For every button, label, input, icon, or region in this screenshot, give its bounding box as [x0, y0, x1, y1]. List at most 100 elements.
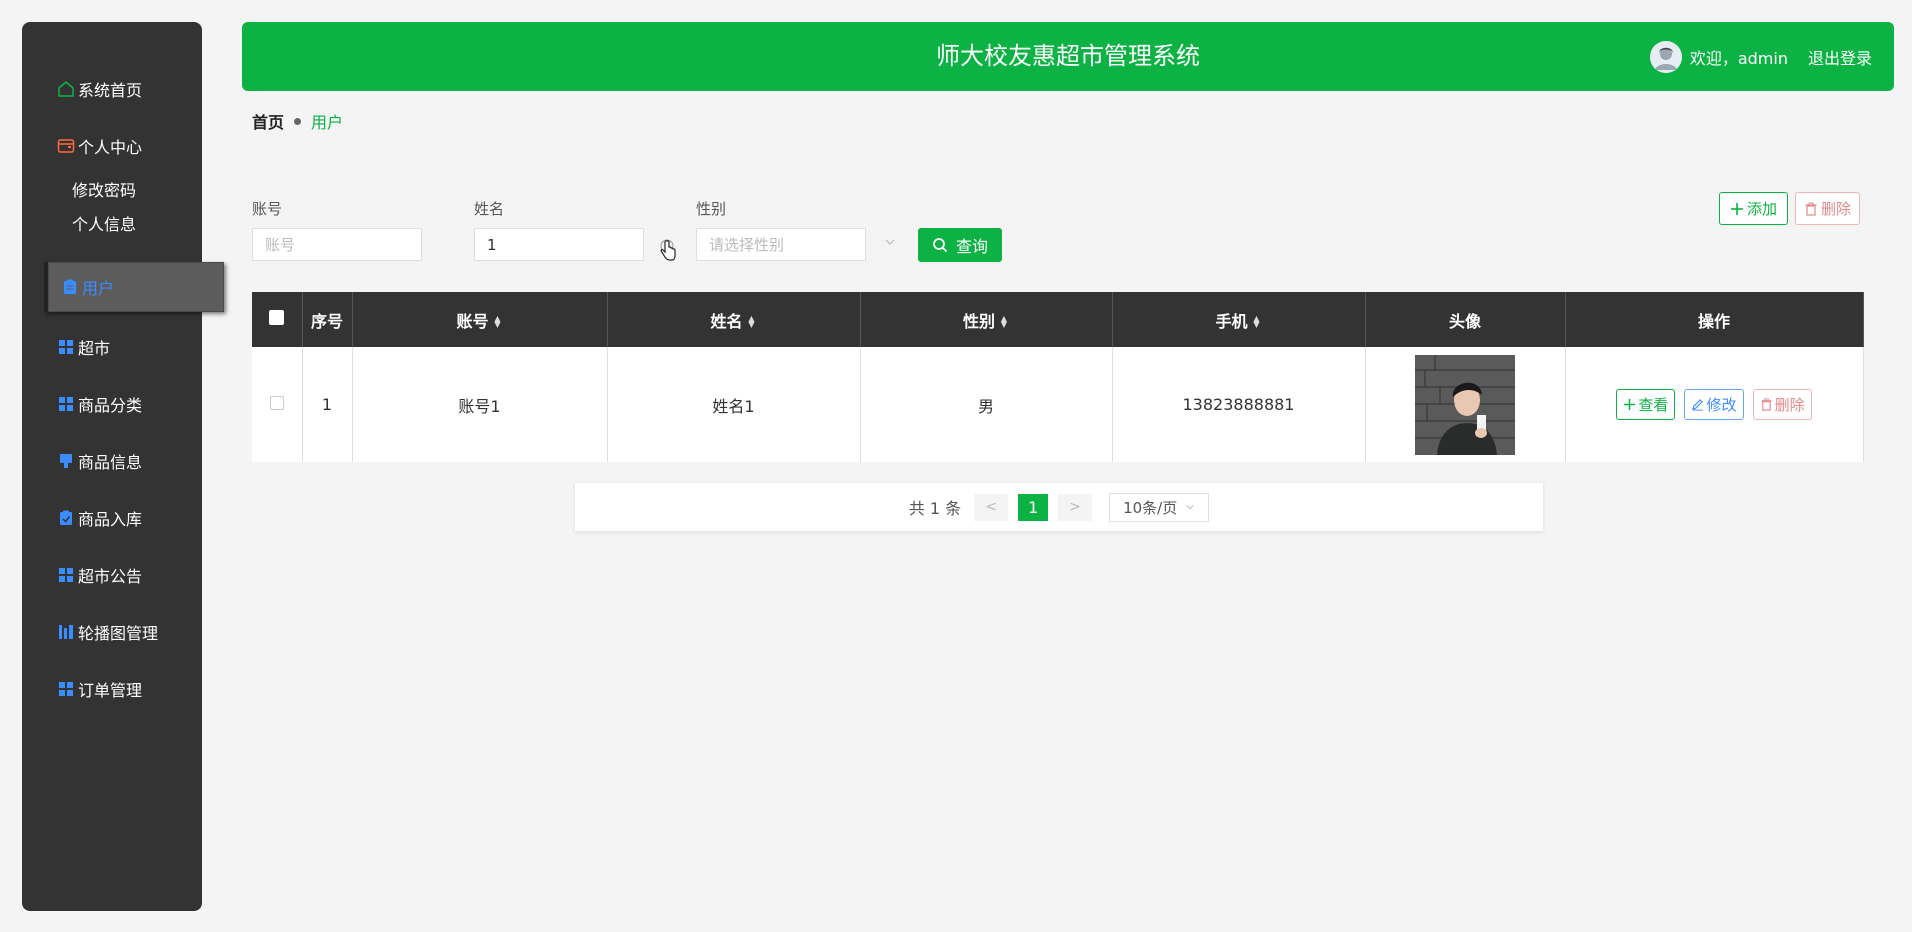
sidebar-item-supermarket[interactable]: 超市: [22, 318, 202, 375]
edit-button-label: 修改: [1706, 396, 1737, 414]
sidebar-item-label: 订单管理: [78, 680, 143, 700]
sidebar-item-label: 个人中心: [78, 137, 143, 157]
cell-name: 姓名1: [607, 347, 861, 462]
view-button[interactable]: 查看: [1616, 389, 1676, 420]
sidebar-item-carousel[interactable]: 轮播图管理: [22, 603, 202, 660]
welcome-text: 欢迎，admin: [1689, 48, 1788, 68]
plus-icon: [1730, 202, 1743, 215]
wallet-icon: [56, 136, 76, 156]
plus-icon: [1624, 398, 1636, 411]
home-icon: [56, 79, 76, 99]
personal-submenu: 修改密码 个人信息: [22, 174, 202, 252]
row-checkbox[interactable]: [269, 396, 284, 410]
column-header-account[interactable]: 账号 ▲ ▼: [352, 292, 608, 347]
grid-icon: [56, 565, 76, 585]
column-header-actions: 操作: [1565, 292, 1864, 347]
sidebar-item-label: 轮播图管理: [78, 623, 159, 643]
delete-button-label: 删除: [1774, 396, 1805, 414]
breadcrumb-current: 用户: [311, 113, 344, 132]
column-header-avatar: 头像: [1365, 292, 1566, 347]
account-input[interactable]: [252, 228, 422, 261]
sidebar-item-label: 商品信息: [78, 452, 143, 472]
hand-cursor-icon: [660, 239, 676, 261]
chevron-down-icon[interactable]: [884, 236, 896, 251]
cell-account: 账号1: [352, 347, 608, 462]
cell-avatar: [1365, 347, 1566, 462]
trash-icon: [1805, 202, 1817, 216]
name-label: 姓名: [474, 200, 505, 218]
sidebar-item-users[interactable]: 用户: [44, 262, 224, 312]
query-button[interactable]: 查询: [918, 228, 1002, 262]
name-input[interactable]: [474, 228, 644, 261]
sidebar-item-label: 超市公告: [78, 566, 143, 586]
next-page-button[interactable]: >: [1058, 493, 1093, 521]
table-row: 1 账号1 姓名1 男 13823888881 查看 修改 删除: [252, 347, 1864, 462]
sidebar-item-category[interactable]: 商品分类: [22, 375, 202, 432]
chevron-down-icon: [1186, 504, 1194, 510]
page-size-label: 10条/页: [1123, 498, 1178, 517]
sort-icon[interactable]: ▲ ▼: [493, 315, 503, 329]
gender-label: 性别: [696, 200, 727, 218]
batch-delete-button-label: 删除: [1820, 201, 1851, 218]
sidebar-item-product-info[interactable]: 商品信息: [22, 432, 202, 489]
column-header-label: 手机: [1215, 311, 1248, 331]
add-button[interactable]: 添加: [1719, 192, 1788, 225]
search-icon: [933, 238, 948, 253]
edit-icon: [1692, 399, 1704, 411]
row-select-cell[interactable]: [252, 347, 303, 462]
chart-icon: [56, 622, 76, 642]
pagination-total: 共 1 条: [908, 499, 962, 518]
sidebar-item-personal-center[interactable]: 个人中心: [22, 117, 202, 174]
batch-delete-button[interactable]: 删除: [1795, 192, 1860, 225]
grid-icon: [56, 337, 76, 357]
sidebar-item-home[interactable]: 系统首页: [22, 60, 202, 117]
trash-icon: [1760, 398, 1772, 411]
sidebar-item-label: 商品入库: [78, 509, 143, 529]
check-clipboard-icon: [56, 508, 76, 528]
sort-icon[interactable]: ▲ ▼: [1252, 315, 1262, 329]
current-page-button[interactable]: 1: [1018, 493, 1049, 521]
submenu-personal-info[interactable]: 个人信息: [72, 208, 202, 242]
user-avatar[interactable]: [1649, 40, 1682, 73]
cell-index: 1: [302, 347, 353, 462]
grid-icon: [56, 394, 76, 414]
cell-phone: 13823888881: [1112, 347, 1366, 462]
column-header-name[interactable]: 姓名 ▲ ▼: [607, 292, 861, 347]
sidebar-item-orders[interactable]: 订单管理: [22, 660, 202, 717]
pagination: 共 1 条 < 1 > 10条/页: [575, 483, 1543, 531]
gender-select[interactable]: [696, 228, 866, 261]
column-header-phone[interactable]: 手机 ▲ ▼: [1112, 292, 1366, 347]
sidebar-item-label: 用户: [82, 279, 115, 298]
sort-icon[interactable]: ▲ ▼: [747, 315, 757, 329]
sort-icon[interactable]: ▲ ▼: [999, 315, 1009, 329]
page-size-select[interactable]: 10条/页: [1109, 492, 1210, 522]
cell-gender: 男: [860, 347, 1113, 462]
stamp-icon: [56, 451, 76, 471]
submenu-change-password[interactable]: 修改密码: [72, 174, 202, 208]
breadcrumb: 首页 用户: [252, 110, 343, 132]
column-header-gender[interactable]: 性别 ▲ ▼: [860, 292, 1113, 347]
edit-button[interactable]: 修改: [1684, 389, 1744, 420]
table-header-row: 序号 账号 ▲ ▼ 姓名 ▲ ▼ 性别 ▲ ▼ 手机 ▲ ▼ 头像 操作: [252, 292, 1864, 347]
select-all-checkbox[interactable]: [269, 310, 285, 325]
sidebar-item-label: 系统首页: [78, 80, 143, 100]
column-header-label: 姓名: [710, 311, 743, 331]
sidebar-item-announcement[interactable]: 超市公告: [22, 546, 202, 603]
view-button-label: 查看: [1638, 396, 1669, 414]
sidebar: 系统首页 个人中心 修改密码 个人信息 用户 超市 商品分类 商品信息 商品入库…: [22, 22, 224, 911]
query-button-label: 查询: [955, 239, 988, 256]
grid-icon: [56, 679, 76, 699]
select-all-cell[interactable]: [252, 292, 303, 347]
delete-button[interactable]: 删除: [1752, 389, 1812, 420]
column-header-label: 性别: [962, 311, 995, 331]
sidebar-item-label: 商品分类: [78, 395, 143, 415]
logout-link[interactable]: 退出登录: [1808, 45, 1872, 69]
user-photo[interactable]: [1415, 354, 1515, 455]
add-button-label: 添加: [1746, 201, 1777, 218]
user-box: 欢迎，admin 退出登录: [1649, 22, 1872, 91]
breadcrumb-separator: [294, 117, 302, 125]
prev-page-button[interactable]: <: [974, 493, 1009, 521]
breadcrumb-home[interactable]: 首页: [252, 109, 284, 133]
sidebar-item-stock-in[interactable]: 商品入库: [22, 489, 202, 546]
top-header: 师大校友惠超市管理系统 欢迎，admin 退出登录: [242, 22, 1894, 91]
